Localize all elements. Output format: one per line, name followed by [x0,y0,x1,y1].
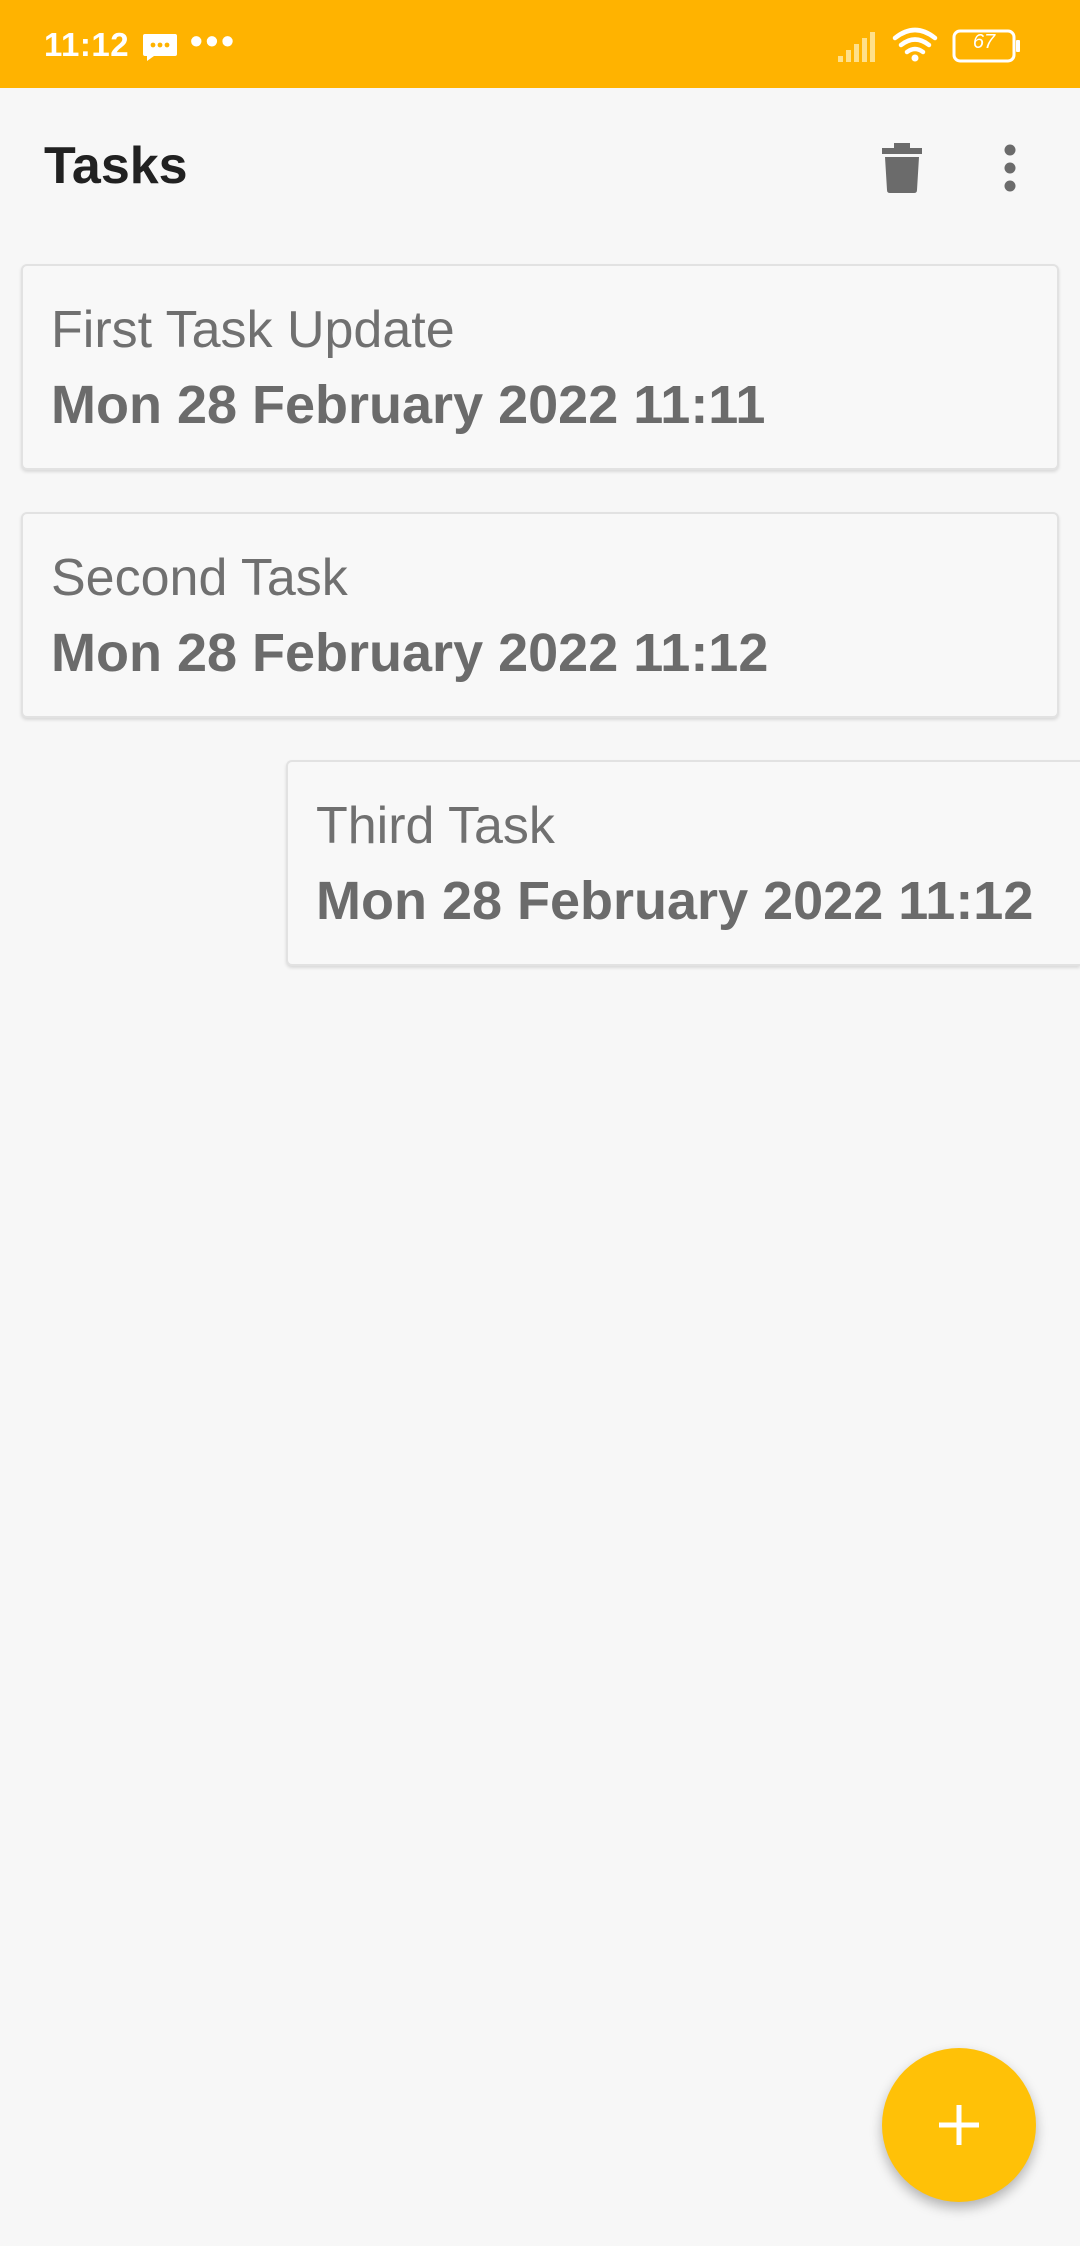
more-options-button[interactable] [982,128,1038,208]
task-title: Third Task [316,797,555,855]
page-title: Tasks [44,137,188,195]
status-time: 11:12 [44,26,130,63]
message-icon [143,34,177,61]
more-vert-icon [1004,144,1016,192]
task-title: Second Task [51,549,348,607]
delete-button[interactable] [866,128,938,208]
add-task-button[interactable] [882,2048,1036,2202]
task-date: Mon 28 February 2022 11:12 [316,871,1034,931]
task-title: First Task Update [51,301,455,359]
task-date: Mon 28 February 2022 11:12 [51,623,769,683]
wifi-icon [892,27,938,62]
more-notifications-icon: ••• [190,20,237,61]
app-bar: Tasks [0,88,1080,248]
task-card-swiping[interactable]: Third Task Mon 28 February 2022 11:12 [286,760,1080,966]
task-date: Mon 28 February 2022 11:11 [51,375,766,435]
task-card[interactable]: Second Task Mon 28 February 2022 11:12 [21,512,1059,718]
status-bar: 11:12 ••• 67 [0,0,1080,88]
task-card[interactable]: First Task Update Mon 28 February 2022 1… [21,264,1059,470]
delete-icon [882,143,922,193]
add-icon [939,2105,979,2145]
signal-icon [838,32,875,62]
battery-level: 67 [972,31,996,53]
